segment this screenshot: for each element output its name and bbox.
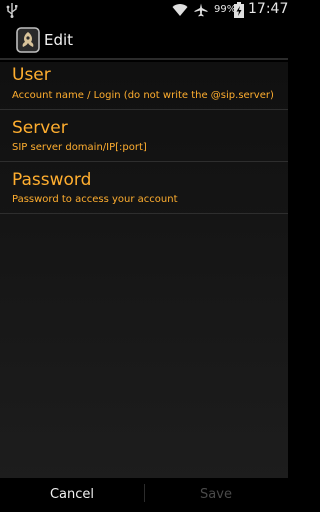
battery-percent: 99%	[214, 4, 237, 15]
preference-user[interactable]: User Account name / Login (do not write …	[0, 62, 288, 110]
page-title: Edit	[44, 31, 74, 49]
sip-app-icon[interactable]	[16, 27, 40, 53]
preference-summary: Account name / Login (do not write the @…	[12, 90, 274, 101]
status-clock: 17:47	[248, 1, 289, 17]
preference-title: Server	[12, 118, 68, 138]
cancel-button[interactable]: Cancel	[0, 478, 144, 512]
preference-password[interactable]: Password Password to access your account	[0, 162, 288, 214]
usb-icon	[6, 3, 18, 18]
save-button[interactable]: Save	[144, 478, 288, 512]
preference-title: Password	[12, 170, 92, 190]
airplane-mode-icon	[194, 3, 208, 17]
preference-server[interactable]: Server SIP server domain/IP[:port]	[0, 110, 288, 162]
preference-summary: Password to access your account	[12, 194, 178, 205]
status-bar	[0, 0, 288, 20]
wifi-icon	[172, 4, 188, 17]
battery-charging-icon	[234, 2, 244, 18]
preference-title: User	[12, 65, 51, 85]
preference-summary: SIP server domain/IP[:port]	[12, 142, 147, 153]
